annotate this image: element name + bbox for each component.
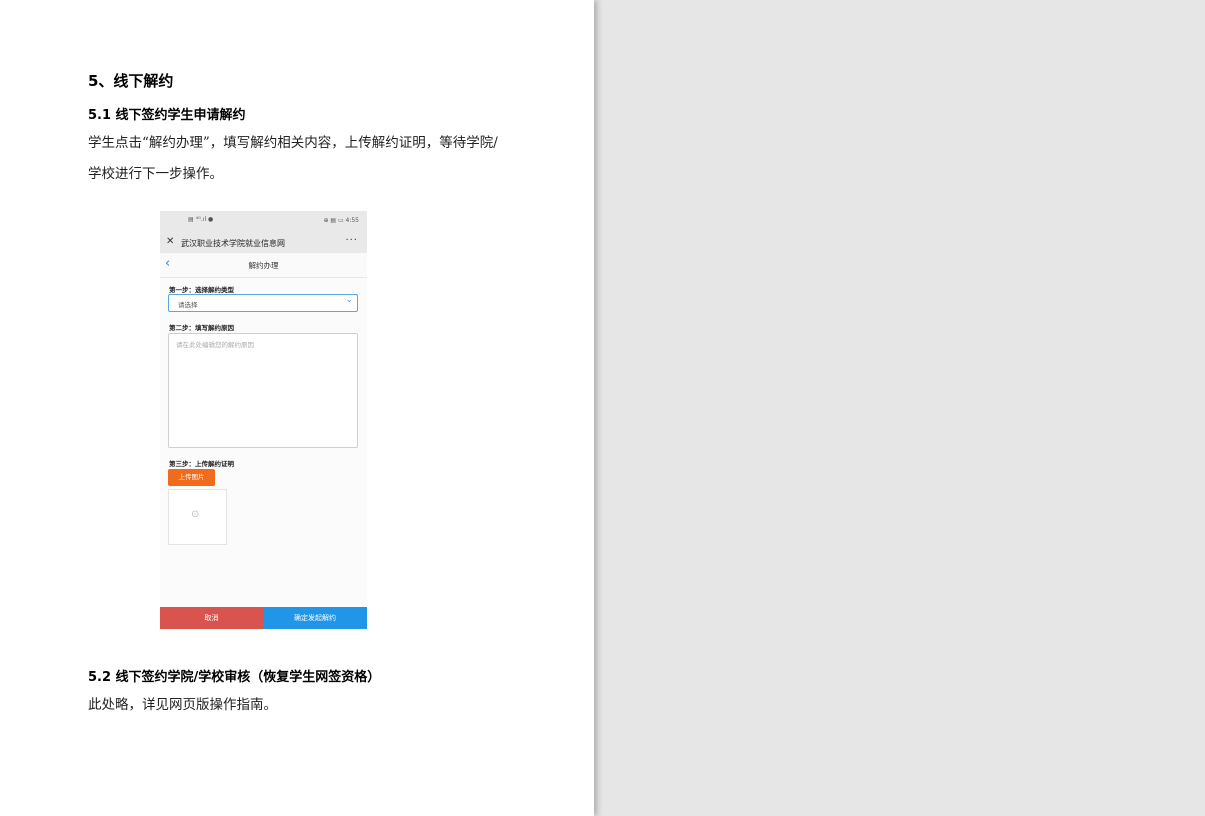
nav-bar: ‹ 解约办理	[160, 253, 367, 278]
paragraph-5-1: 学生点击“解约办理”，填写解约相关内容，上传解约证明，等待学院/学校进行下一步操…	[88, 135, 498, 182]
form-content: 第一步：选择解约类型 请选择 ⌄ 第二步：填写解约原因 请在此处编辑您的解约原因…	[160, 278, 367, 607]
cancel-button[interactable]: 取消	[160, 607, 263, 629]
termination-type-select[interactable]: 请选择 ⌄	[168, 294, 358, 312]
status-time: ⊕ ▤ ▭ 4:55	[323, 217, 359, 224]
bottom-action-bar: 取消 确定发起解约	[160, 607, 367, 629]
step-2-label: 第二步：填写解约原因	[169, 324, 234, 332]
status-icons: ▤ ⁴ᴳ.ıl ●	[188, 216, 214, 223]
subsection-heading-5-1: 5.1 线下签约学生申请解约	[88, 108, 246, 123]
close-icon[interactable]: ✕	[166, 236, 174, 247]
photo-placeholder[interactable]: ⊙	[168, 489, 227, 545]
camera-icon: ⊙	[191, 509, 200, 520]
app-title-bar: ✕ 武汉职业技术学院就业信息网 ···	[160, 233, 367, 253]
phone-screenshot: ▤ ⁴ᴳ.ıl ● ⊕ ▤ ▭ 4:55 ✕ 武汉职业技术学院就业信息网 ···…	[160, 211, 367, 629]
select-placeholder: 请选择	[178, 301, 198, 309]
more-icon[interactable]: ···	[345, 235, 358, 246]
section-heading: 5、线下解约	[88, 72, 174, 90]
confirm-termination-button[interactable]: 确定发起解约	[263, 607, 367, 629]
paragraph-5-2: 此处略，详见网页版操作指南。	[88, 697, 277, 713]
upload-image-button[interactable]: 上传图片	[168, 469, 215, 486]
document-page: 5、线下解约 5.1 线下签约学生申请解约 学生点击“解约办理”，填写解约相关内…	[0, 0, 594, 816]
textarea-placeholder: 请在此处编辑您的解约原因	[176, 341, 254, 349]
page-title: 解约办理	[248, 261, 279, 270]
subsection-heading-5-2: 5.2 线下签约学院/学校审核（恢复学生网签资格）	[88, 670, 381, 685]
status-bar: ▤ ⁴ᴳ.ıl ● ⊕ ▤ ▭ 4:55	[160, 211, 367, 233]
reason-textarea[interactable]: 请在此处编辑您的解约原因	[168, 333, 358, 448]
step-1-label: 第一步：选择解约类型	[169, 286, 234, 294]
step-3-label: 第三步：上传解约证明	[169, 460, 234, 468]
chevron-down-icon: ⌄	[345, 295, 353, 305]
app-title: 武汉职业技术学院就业信息网	[181, 239, 285, 248]
